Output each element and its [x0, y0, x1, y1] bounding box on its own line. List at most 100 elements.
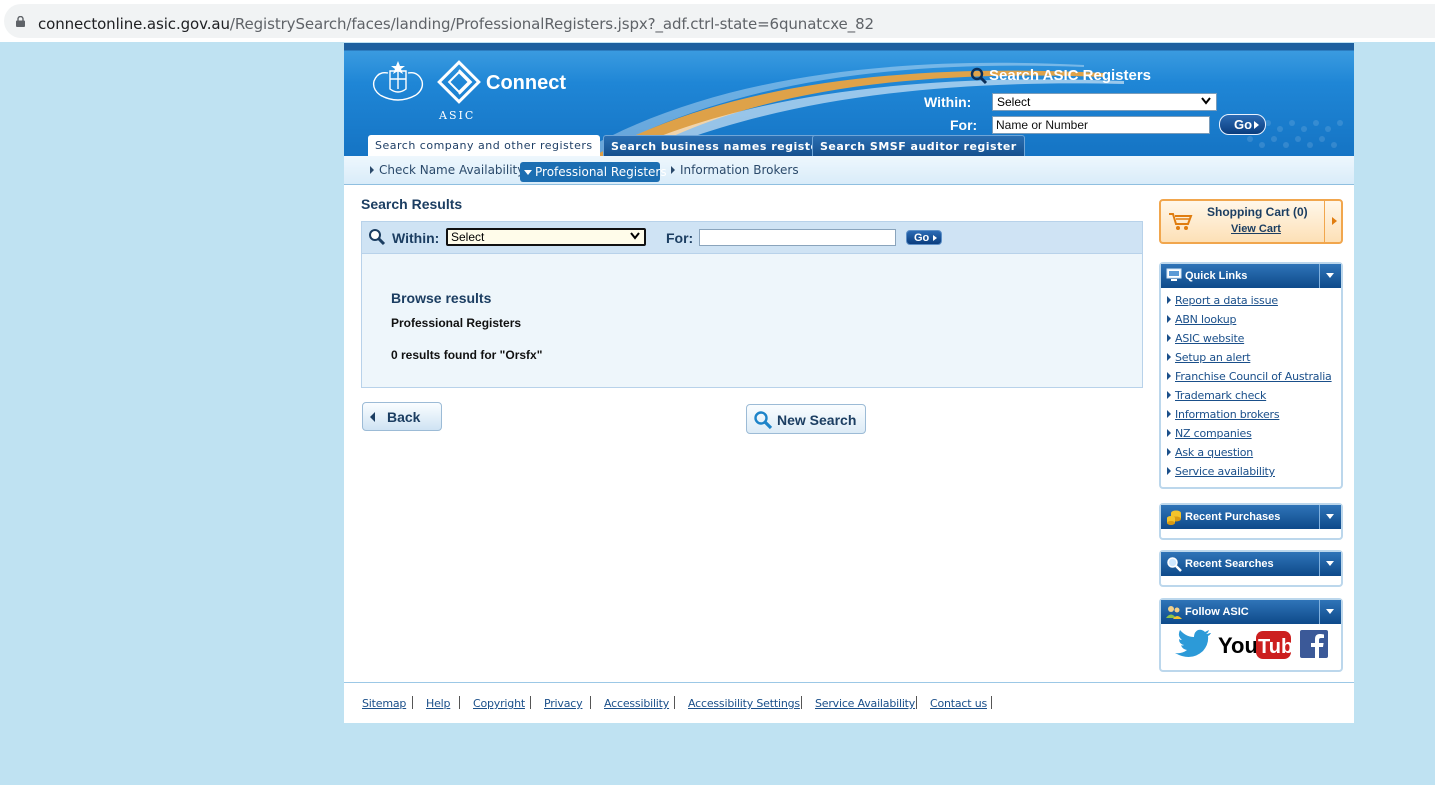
footer-link-service-availability[interactable]: Service Availability	[815, 697, 915, 710]
arrow-left-icon	[370, 412, 375, 422]
quick-link-item[interactable]: ABN lookup	[1167, 313, 1341, 332]
header-within-select[interactable]: Select	[992, 93, 1217, 111]
coat-of-arms-icon	[372, 61, 424, 101]
quick-links-header[interactable]: Quick Links	[1161, 264, 1341, 288]
new-search-button[interactable]: New Search	[746, 404, 866, 434]
browser-address-bar: connectonline.asic.gov.au/RegistrySearch…	[0, 0, 1435, 42]
footer-link-privacy[interactable]: Privacy	[544, 697, 583, 710]
quick-link-item[interactable]: Service availability	[1167, 465, 1341, 484]
header-for-label: For:	[950, 117, 978, 133]
within-select[interactable]: Select	[446, 228, 646, 246]
header-search-title: Search ASIC Registers	[989, 67, 1152, 84]
search-icon	[970, 67, 988, 85]
arrow-right-icon	[370, 166, 374, 174]
chevron-down-icon	[630, 232, 640, 240]
play-arrow-icon	[1254, 121, 1259, 129]
quick-link-item[interactable]: Report a data issue	[1167, 294, 1341, 313]
header-search-input[interactable]: Name or Number	[992, 116, 1210, 134]
facebook-icon[interactable]	[1300, 630, 1328, 658]
quick-link-item[interactable]: Information brokers	[1167, 408, 1341, 427]
coins-icon	[1167, 510, 1181, 525]
play-arrow-icon	[933, 235, 937, 241]
results-panel: Browse results Professional Registers 0 …	[361, 254, 1143, 388]
shopping-cart-box[interactable]: Shopping Cart (0) View Cart	[1159, 199, 1343, 244]
asic-diamond-logo-icon	[437, 60, 481, 104]
search-input[interactable]	[699, 229, 896, 246]
footer-separator	[991, 696, 992, 709]
arrow-right-icon	[1332, 217, 1337, 225]
footer-link-help[interactable]: Help	[426, 697, 450, 710]
header-go-button[interactable]: Go	[1219, 114, 1266, 135]
footer: Sitemap Help Copyright Privacy Accessibi…	[344, 682, 1354, 723]
footer-link-copyright[interactable]: Copyright	[473, 697, 525, 710]
quick-link-item[interactable]: ASIC website	[1167, 332, 1341, 351]
subnav-information-brokers[interactable]: Information Brokers	[671, 163, 799, 177]
arrow-down-icon	[1326, 561, 1334, 566]
follow-asic-header[interactable]: Follow ASIC	[1161, 600, 1341, 624]
svg-text:You: You	[1218, 633, 1258, 658]
collapse-toggle[interactable]	[1319, 552, 1341, 576]
footer-separator	[916, 696, 917, 709]
shopping-cart-icon	[1169, 213, 1193, 230]
url-field[interactable]: connectonline.asic.gov.au/RegistrySearch…	[4, 4, 1435, 38]
arrow-right-icon	[1167, 429, 1171, 437]
recent-purchases-header[interactable]: Recent Purchases	[1161, 505, 1341, 529]
search-icon	[369, 229, 386, 246]
quick-link-item[interactable]: Setup an alert	[1167, 351, 1341, 370]
recent-searches-panel: Recent Searches	[1159, 550, 1343, 587]
computer-icon	[1166, 268, 1182, 281]
users-icon	[1166, 606, 1182, 619]
go-button[interactable]: Go	[906, 230, 942, 245]
arrow-right-icon	[1167, 410, 1171, 418]
quick-link-item[interactable]: Trademark check	[1167, 389, 1341, 408]
arrow-right-icon	[1167, 296, 1171, 304]
tab-business-names[interactable]: Search business names register	[603, 135, 833, 156]
view-cart-link[interactable]: View Cart	[1231, 223, 1281, 235]
within-label: Within:	[392, 230, 440, 246]
footer-link-accessibility[interactable]: Accessibility	[604, 697, 669, 710]
footer-separator	[590, 696, 591, 709]
footer-separator	[412, 696, 413, 709]
tab-smsf-auditor[interactable]: Search SMSF auditor register	[812, 135, 1025, 156]
recent-searches-header[interactable]: Recent Searches	[1161, 552, 1341, 576]
quick-link-item[interactable]: Franchise Council of Australia	[1167, 370, 1341, 389]
lock-icon	[16, 16, 25, 27]
register-name: Professional Registers	[391, 316, 522, 330]
twitter-icon[interactable]	[1173, 628, 1211, 662]
url-text: connectonline.asic.gov.au/RegistrySearch…	[38, 15, 874, 33]
recent-purchases-panel: Recent Purchases	[1159, 503, 1343, 540]
arrow-right-icon	[1167, 467, 1171, 475]
collapse-toggle[interactable]	[1319, 505, 1341, 529]
footer-link-accessibility-settings[interactable]: Accessibility Settings	[688, 697, 800, 710]
arrow-down-icon	[1326, 514, 1334, 519]
page-container: ASIC Connect Search ASIC Registers Withi…	[344, 43, 1354, 723]
quick-links-panel: Quick Links Report a data issue ABN look…	[1159, 262, 1343, 489]
subnav-professional-registers[interactable]: Professional Registers	[520, 162, 667, 182]
header-banner: ASIC Connect Search ASIC Registers Withi…	[344, 43, 1354, 156]
for-label: For:	[666, 230, 694, 246]
cart-expand-button[interactable]	[1324, 201, 1343, 242]
arrow-down-icon	[524, 170, 532, 175]
header-within-label: Within:	[924, 94, 972, 110]
back-button[interactable]: Back	[362, 402, 442, 431]
asic-logo-text: ASIC	[439, 109, 476, 122]
browse-results-heading: Browse results	[391, 290, 492, 306]
magnifier-icon	[1167, 557, 1182, 572]
arrow-right-icon	[1167, 448, 1171, 456]
footer-separator	[530, 696, 531, 709]
footer-separator	[801, 696, 802, 709]
sub-navigation: Check Name Availability Information Brok…	[344, 156, 1354, 185]
brand-title: Connect	[486, 72, 566, 94]
arrow-right-icon	[1167, 315, 1171, 323]
tab-company-registers[interactable]: Search company and other registers	[368, 135, 600, 156]
youtube-icon[interactable]: You Tube	[1218, 629, 1292, 661]
footer-link-sitemap[interactable]: Sitemap	[362, 697, 406, 710]
subnav-check-name[interactable]: Check Name Availability	[370, 163, 524, 177]
footer-link-contact-us[interactable]: Contact us	[930, 697, 987, 710]
social-links: You Tube	[1161, 624, 1341, 670]
collapse-toggle[interactable]	[1319, 600, 1341, 624]
quick-link-item[interactable]: NZ companies	[1167, 427, 1341, 446]
collapse-toggle[interactable]	[1319, 264, 1341, 288]
quick-link-item[interactable]: Ask a question	[1167, 446, 1341, 465]
footer-separator	[674, 696, 675, 709]
